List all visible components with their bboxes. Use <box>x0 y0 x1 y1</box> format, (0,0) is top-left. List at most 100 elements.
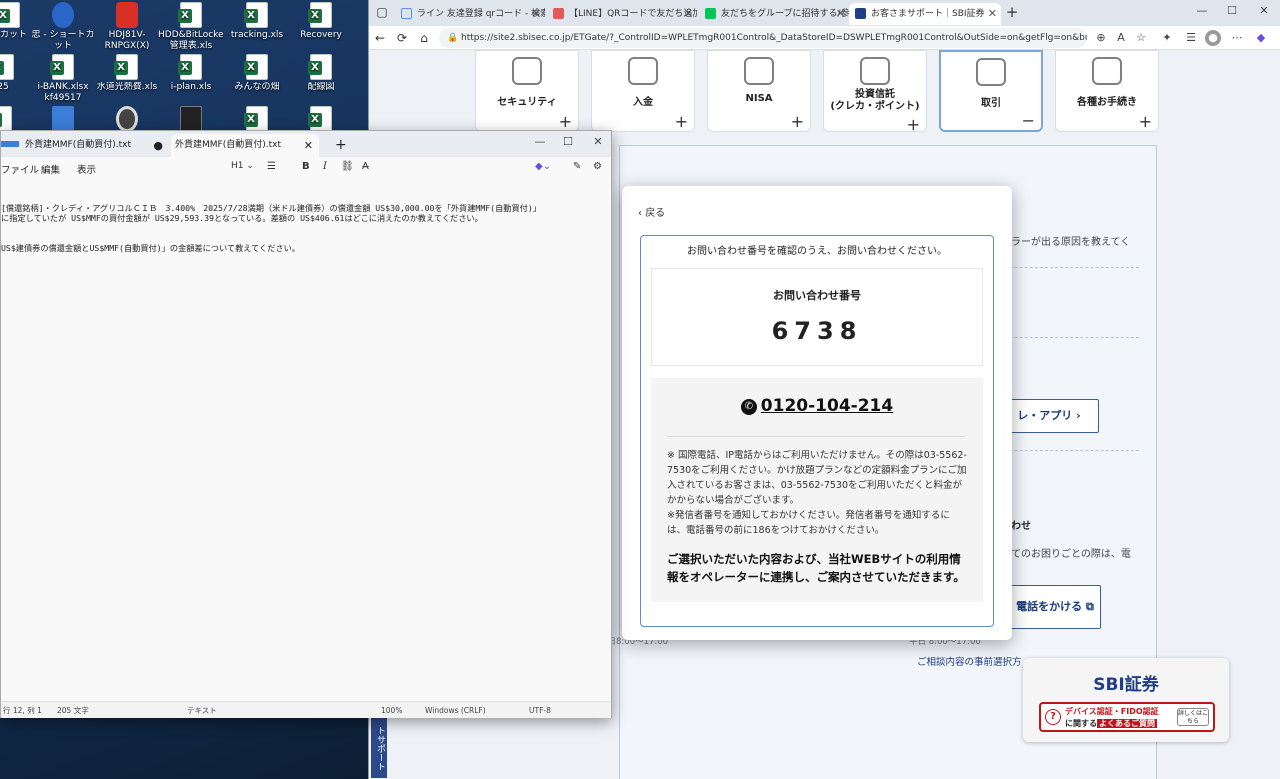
close-window-button[interactable]: ✕ <box>1253 4 1275 17</box>
bold-icon[interactable]: B <box>302 161 310 172</box>
read-aloud-icon[interactable]: A <box>1113 30 1129 46</box>
notepad-minimize-button[interactable]: — <box>529 135 551 148</box>
excel-file-icon <box>114 54 138 80</box>
inquiry-number-box: お問い合わせ番号 6738 <box>651 268 983 366</box>
encoding[interactable]: UTF-8 <box>529 702 551 719</box>
desktop-icon[interactable]: i-BANK.xlsx kf49517 <box>30 54 96 104</box>
desktop-icon[interactable]: 水道光熱費.xls <box>94 54 160 93</box>
extensions-icon[interactable]: ✦ <box>1159 30 1175 46</box>
excel-file-icon <box>50 54 74 80</box>
desktop-icon[interactable]: i-plan.xls <box>158 54 224 93</box>
browser-tab[interactable]: 友だちをグループに招待する/参加する✕ <box>699 3 849 25</box>
app-shortcut-icon <box>116 2 138 28</box>
app-shortcut-icon <box>52 2 74 28</box>
notepad-tab-title: 外貨建MMF(自動買付).txt <box>175 140 281 150</box>
minimize-button[interactable]: — <box>1191 4 1213 17</box>
clear-format-icon[interactable]: A̶ <box>362 161 369 172</box>
notepad-statusbar: 行 12, 列 1 205 文字 テキスト 100% Windows (CRLF… <box>1 701 611 718</box>
notepad-text-area[interactable]: [償還銘柄]・クレディ・アグリコルＣＩＢ 3.400% 2025/7/28満期（… <box>1 203 611 253</box>
notepad-tab-title: 外貨建MMF(自動買付).txt <box>25 140 131 150</box>
heading-dropdown[interactable]: H1 ⌄ <box>231 161 254 171</box>
excel-file-icon <box>244 106 268 132</box>
unsaved-dot-icon[interactable]: ● <box>153 134 163 157</box>
excel-file-icon <box>178 2 202 28</box>
desktop-icon[interactable]: 忠 - ショートカット <box>30 2 96 52</box>
zoom-level[interactable]: 100% <box>381 702 402 719</box>
desktop-icon-label: tracking.xls <box>230 30 284 40</box>
new-tab-button[interactable]: + <box>1003 3 1021 21</box>
operator-note: ご選択いただいた内容および、当社WEBサイトの利用情報をオペレーターに連携し、ご… <box>667 552 965 584</box>
reload-button[interactable]: ⟳ <box>393 29 411 47</box>
desktop-icon-label: i-plan.xls <box>170 82 212 92</box>
close-tab-icon[interactable]: ✕ <box>836 3 845 25</box>
close-tab-icon[interactable]: ✕ <box>988 3 997 25</box>
desktop-icon-label: HDD&BitLocker管理表.xls <box>158 30 224 51</box>
inquiry-number: 6738 <box>771 317 863 345</box>
browser-tab-title: 【LINE】QRコードで友だち追加する方法 <box>569 9 697 19</box>
line-ending[interactable]: Windows (CRLF) <box>425 702 486 719</box>
settings-gear-icon[interactable]: ⚙ <box>593 161 602 172</box>
phone-link[interactable]: ✆ 0120-104-214 <box>651 396 983 416</box>
browser-tab-bar: ▢ ライン 友達登録 qrコード - 検索 ✕ 【LINE】QRコードで友だち追加… <box>369 0 1280 26</box>
desktop-icon-label: HDJ81V-RNPGX(X) <box>104 30 150 51</box>
italic-icon[interactable]: I <box>323 161 327 172</box>
menu-view[interactable]: 表示 <box>77 162 96 176</box>
site-favicon-icon <box>553 8 564 19</box>
browser-tab[interactable]: 【LINE】QRコードで友だち追加する方法✕ <box>547 3 697 25</box>
back-label: 戻る <box>645 208 666 219</box>
instruction-text: お問い合わせ番号を確認のうえ、お問い合わせください。 <box>687 246 947 257</box>
back-button[interactable]: ← <box>371 29 389 47</box>
desktop-icon[interactable]: HDJ81V-RNPGX(X) <box>94 2 160 52</box>
browser-tab-title: お客さまサポート｜SBI証券 <box>871 9 985 19</box>
maximize-button[interactable]: ☐ <box>1221 4 1243 17</box>
desktop-icon[interactable]: Recovery <box>288 2 354 41</box>
list-icon[interactable]: ☰ <box>267 161 276 172</box>
desktop-icon[interactable]: みんなの畑 <box>224 54 290 93</box>
excel-file-icon <box>244 54 268 80</box>
address-input[interactable]: 🔒 https://site2.sbisec.co.jp/ETGate/?_Co… <box>439 28 1087 48</box>
pen-app-icon <box>52 106 74 132</box>
desktop-icon[interactable]: HDD&BitLocker管理表.xls <box>158 2 224 52</box>
tab-actions-icon[interactable]: ▢ <box>373 3 391 21</box>
copilot-icon[interactable]: ◆⌄ <box>535 161 551 172</box>
excel-file-icon <box>308 54 332 80</box>
close-tab-icon[interactable]: ✕ <box>304 134 313 157</box>
back-link[interactable]: ‹ 戻る <box>638 204 665 219</box>
phone-box: ✆ 0120-104-214 ※ 国際電話、IP電話からはご利用いただけません。そ… <box>651 378 983 602</box>
lock-icon: 🔒 <box>447 33 459 43</box>
notepad-window: 外貨建MMF(自動買付).txt ● 外貨建MMF(自動買付).txt ✕ + — … <box>0 130 612 718</box>
notepad-app-icon <box>1 141 19 147</box>
favorite-star-icon[interactable]: ☆ <box>1133 30 1149 46</box>
profile-avatar[interactable]: ● <box>1205 30 1221 46</box>
favorites-list-icon[interactable]: ☰ <box>1183 30 1199 46</box>
desktop-icon-label: Recovery <box>300 30 342 40</box>
sbi-favicon-icon <box>855 8 866 19</box>
notepad-tab-active[interactable]: 外貨建MMF(自動買付).txt ✕ <box>171 134 319 157</box>
cursor-position: 行 12, 列 1 <box>3 706 42 715</box>
link-icon[interactable]: ⛓ <box>341 161 354 172</box>
home-button[interactable]: ⌂ <box>415 29 433 47</box>
desktop-icon-label: 水道光熱費.xls <box>96 82 158 92</box>
desktop-icon[interactable]: tracking.xls <box>224 2 290 41</box>
close-tab-icon[interactable]: ✕ <box>532 3 541 25</box>
copilot-icon[interactable]: ◆ <box>1253 30 1269 46</box>
excel-file-icon <box>0 54 14 80</box>
browser-tab-active[interactable]: お客さまサポート｜SBI証券 ✕ <box>849 3 1001 25</box>
rewrite-icon[interactable]: ✎ <box>573 161 581 172</box>
notepad-new-tab-button[interactable]: + <box>331 134 347 157</box>
close-tab-icon[interactable]: ✕ <box>684 3 693 25</box>
phone-number: 0120-104-214 <box>760 396 894 416</box>
browser-tab-title: ライン 友達登録 qrコード - 検索 <box>417 9 545 19</box>
text-mode: テキスト <box>187 706 217 715</box>
more-menu-icon[interactable]: ⋯ <box>1229 30 1245 46</box>
notepad-tab[interactable]: 外貨建MMF(自動買付).txt ● <box>21 134 169 157</box>
desktop-icon[interactable]: 配線図 <box>288 54 354 93</box>
excel-file-icon <box>244 2 268 28</box>
menu-file[interactable]: ファイル <box>1 162 39 176</box>
zoom-icon[interactable]: ⊕ <box>1093 30 1109 46</box>
browser-tab[interactable]: ライン 友達登録 qrコード - 検索 ✕ <box>395 3 545 25</box>
line-favicon-icon <box>705 8 716 19</box>
notepad-close-button[interactable]: ✕ <box>587 135 609 148</box>
menu-edit[interactable]: 編集 <box>41 162 60 176</box>
notepad-maximize-button[interactable]: ☐ <box>557 135 579 148</box>
